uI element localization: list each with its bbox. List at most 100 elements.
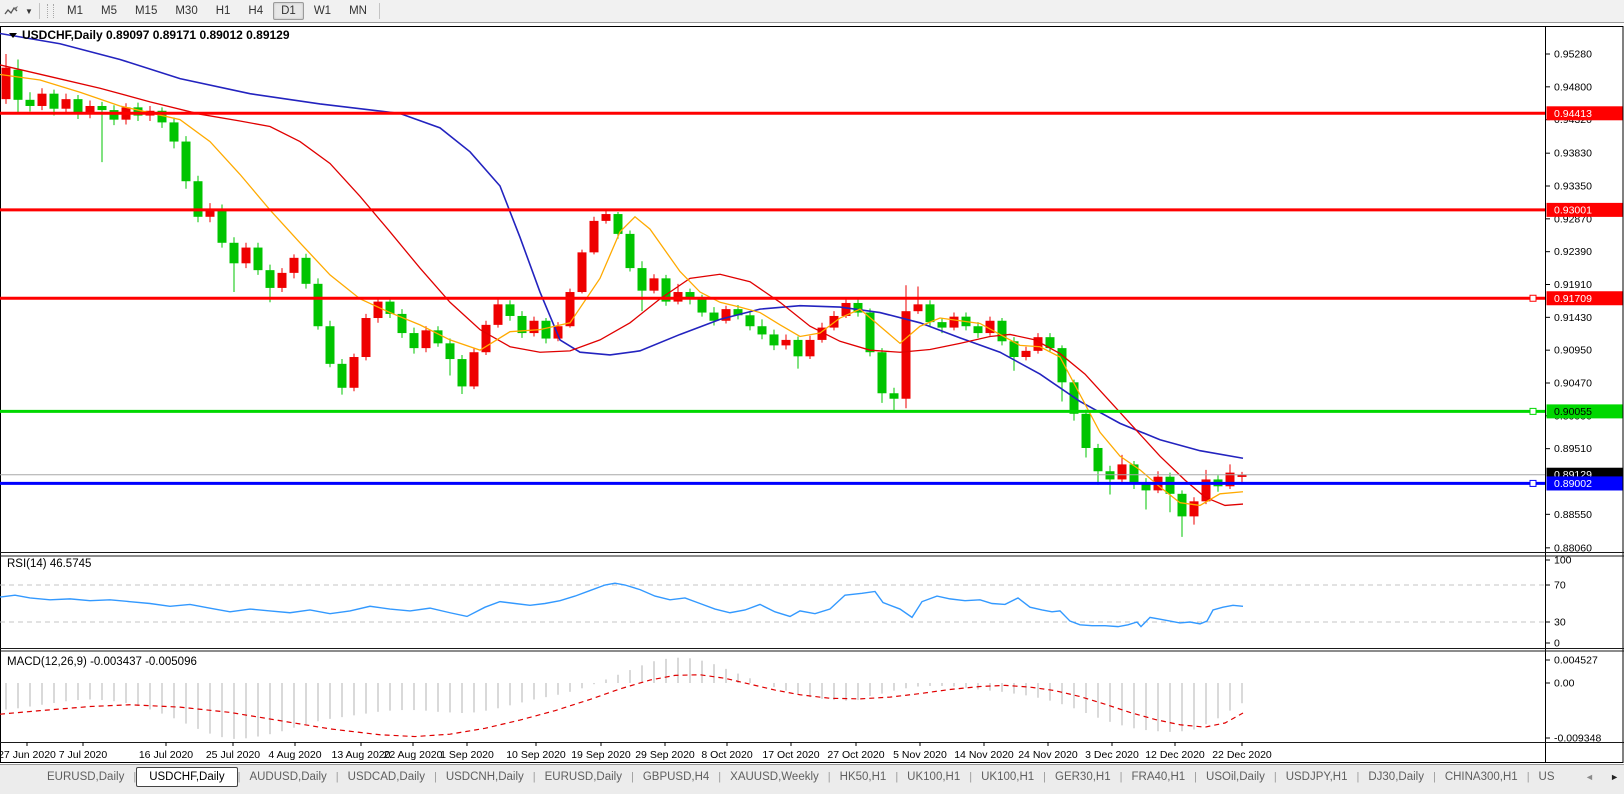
- chart-canvas: 0.952800.948000.943200.938300.933500.928…: [0, 26, 1624, 764]
- chart-tool-dropdown-icon[interactable]: ▼: [22, 7, 36, 16]
- date-label: 7 Jul 2020: [59, 749, 108, 761]
- candle-body: [710, 313, 719, 321]
- tab-usdchf-daily[interactable]: USDCHF,Daily: [136, 767, 237, 787]
- date-label: 10 Sep 2020: [506, 749, 566, 761]
- date-label: 17 Oct 2020: [762, 749, 819, 761]
- timeframe-button-m30[interactable]: M30: [167, 2, 205, 20]
- candle-body: [782, 340, 791, 345]
- candle-body: [890, 393, 899, 398]
- price-tick-label: 0.94800: [1554, 81, 1592, 93]
- timeframe-button-h4[interactable]: H4: [240, 2, 271, 20]
- timeframe-button-m1[interactable]: M1: [59, 2, 91, 20]
- price-tick-label: 0.90950: [1554, 345, 1592, 357]
- price-badge-label: 0.93001: [1554, 204, 1592, 216]
- candle-body: [650, 278, 659, 290]
- timeframe-buttons: M1M5M15M30H1H4D1W1MN: [58, 5, 376, 17]
- rsi-axis-label: 100: [1554, 555, 1572, 567]
- candle-body: [410, 333, 419, 348]
- timeframe-button-m5[interactable]: M5: [93, 2, 125, 20]
- price-tick-label: 0.91430: [1554, 312, 1592, 324]
- candle-body: [1094, 448, 1103, 471]
- hline-handle[interactable]: [1530, 295, 1536, 301]
- hline-handle[interactable]: [1530, 408, 1536, 414]
- candle-body: [1118, 464, 1127, 479]
- tab-xauusd-weekly[interactable]: XAUUSD,Weekly: [721, 768, 828, 786]
- candle-body: [878, 352, 887, 393]
- candle-body: [1022, 351, 1031, 357]
- tab-china300-h1[interactable]: CHINA300,H1: [1436, 768, 1527, 786]
- candle-body: [374, 302, 383, 318]
- tab-us[interactable]: US: [1530, 768, 1564, 786]
- candle-body: [758, 326, 767, 334]
- timeframe-button-h1[interactable]: H1: [208, 2, 239, 20]
- candle-body: [626, 234, 635, 268]
- candle-body: [242, 248, 251, 264]
- candle-body: [350, 357, 359, 388]
- tab-usoil-daily[interactable]: USOil,Daily: [1197, 768, 1274, 786]
- candle-body: [926, 304, 935, 322]
- tab-uk100-h1[interactable]: UK100,H1: [898, 768, 969, 786]
- candle-body: [914, 304, 923, 311]
- hline-handle[interactable]: [1530, 480, 1536, 486]
- price-tick-label: 0.88060: [1554, 542, 1592, 554]
- date-label: 22 Aug 2020: [384, 749, 443, 761]
- candle-body: [506, 304, 515, 316]
- tab-scroll-right-icon[interactable]: ►: [1610, 772, 1619, 782]
- candle-body: [938, 322, 947, 327]
- candle-body: [2, 68, 11, 99]
- chart-window: 0.952800.948000.943200.938300.933500.928…: [0, 26, 1624, 764]
- tab-fra40-h1[interactable]: FRA40,H1: [1122, 768, 1194, 786]
- price-tick-label: 0.90470: [1554, 378, 1592, 390]
- candle-body: [578, 252, 587, 292]
- tab-eurusd-daily[interactable]: EURUSD,Daily: [536, 768, 631, 786]
- rsi-axis-label: 70: [1554, 580, 1566, 592]
- tab-eurusd-daily[interactable]: EURUSD,Daily: [38, 768, 133, 786]
- date-label: 12 Dec 2020: [1145, 749, 1205, 761]
- date-label: 16 Jul 2020: [139, 749, 193, 761]
- chart-tab-bar: EURUSD,Daily|USDCHF,Daily|AUDUSD,Daily|U…: [0, 764, 1624, 794]
- price-tick-label: 0.95280: [1554, 49, 1592, 61]
- date-label: 14 Nov 2020: [954, 749, 1014, 761]
- tab-ger30-h1[interactable]: GER30,H1: [1046, 768, 1120, 786]
- tab-usdjpy-h1[interactable]: USDJPY,H1: [1277, 768, 1357, 786]
- candle-body: [362, 318, 371, 357]
- timeframe-button-m15[interactable]: M15: [127, 2, 165, 20]
- candle-body: [902, 311, 911, 399]
- tab-usdcnh-daily[interactable]: USDCNH,Daily: [437, 768, 533, 786]
- candle-body: [62, 99, 71, 109]
- price-tick-label: 0.92390: [1554, 246, 1592, 258]
- date-label: 27 Oct 2020: [827, 749, 884, 761]
- rsi-label: RSI(14) 46.5745: [7, 558, 91, 570]
- tab-scroll-arrows: ◄ ►: [1580, 765, 1624, 789]
- tab-uk100-h1[interactable]: UK100,H1: [972, 768, 1043, 786]
- candle-body: [638, 268, 647, 291]
- chart-tool-icon[interactable]: [0, 2, 22, 20]
- price-badge-label: 0.90055: [1554, 406, 1592, 418]
- candle-body: [470, 352, 479, 386]
- tab-dj30-daily[interactable]: DJ30,Daily: [1359, 768, 1433, 786]
- candle-body: [218, 209, 227, 243]
- tab-hk50-h1[interactable]: HK50,H1: [831, 768, 896, 786]
- candle-body: [746, 315, 755, 326]
- date-label: 5 Nov 2020: [893, 749, 947, 761]
- tab-audusd-daily[interactable]: AUDUSD,Daily: [240, 768, 335, 786]
- candle-body: [302, 258, 311, 284]
- candle-body: [74, 99, 83, 113]
- macd-axis-label: 0.004527: [1554, 655, 1598, 667]
- timeframe-button-d1[interactable]: D1: [273, 2, 304, 20]
- candle-body: [278, 273, 287, 288]
- mt4-terminal: ▼ M1M5M15M30H1H4D1W1MN 0.95280 0.94800 0.9…: [0, 0, 1624, 794]
- macd-axis-label: 0.00: [1554, 678, 1575, 690]
- price-badge-label: 0.89002: [1554, 478, 1592, 490]
- tab-gbpusd-h4[interactable]: GBPUSD,H4: [634, 768, 718, 786]
- rsi-axis-label: 0: [1554, 638, 1560, 650]
- timeframe-button-mn[interactable]: MN: [341, 2, 375, 20]
- tab-usdcad-daily[interactable]: USDCAD,Daily: [339, 768, 434, 786]
- date-label: 24 Nov 2020: [1018, 749, 1078, 761]
- candle-body: [602, 214, 611, 221]
- toolbar-grip[interactable]: [47, 4, 54, 18]
- price-tick-label: 0.89510: [1554, 443, 1592, 455]
- timeframe-button-w1[interactable]: W1: [306, 2, 339, 20]
- tab-scroll-left-icon[interactable]: ◄: [1585, 772, 1594, 782]
- date-label: 22 Dec 2020: [1212, 749, 1272, 761]
